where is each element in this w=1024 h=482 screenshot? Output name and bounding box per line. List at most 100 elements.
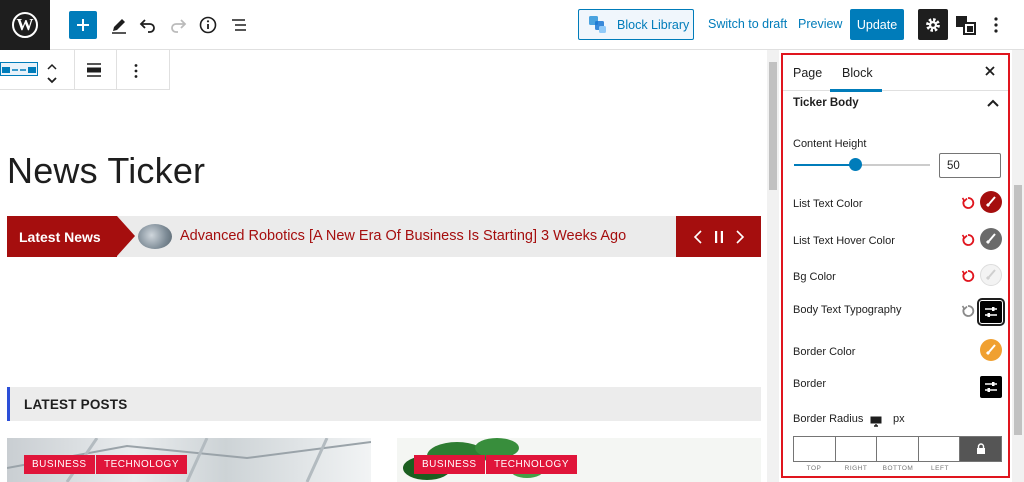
content-height-slider-handle[interactable] bbox=[849, 158, 862, 171]
editor-scrollbar-thumb[interactable] bbox=[769, 62, 777, 190]
reset-list-text-color-button[interactable] bbox=[961, 196, 975, 210]
ticker-block-icon bbox=[2, 67, 36, 73]
typography-settings-button[interactable] bbox=[977, 298, 1005, 326]
block-library-button[interactable]: Block Library bbox=[578, 9, 694, 40]
border-radius-bottom-input[interactable] bbox=[877, 437, 919, 461]
tab-page[interactable]: Page bbox=[793, 66, 822, 80]
ticker-label: Latest News bbox=[7, 216, 117, 257]
reset-typography-button[interactable] bbox=[961, 304, 975, 318]
block-type-button[interactable] bbox=[0, 62, 38, 76]
chevron-down-icon bbox=[47, 77, 57, 84]
preview-button[interactable]: Preview bbox=[798, 17, 842, 31]
post-tag[interactable]: TECHNOLOGY bbox=[486, 455, 578, 474]
brush-icon bbox=[985, 344, 996, 356]
options-button[interactable] bbox=[984, 13, 1008, 37]
border-radius-label: Border Radius bbox=[793, 413, 864, 425]
ticker-controls bbox=[676, 216, 761, 257]
lock-icon bbox=[976, 443, 985, 454]
desktop-icon bbox=[870, 416, 882, 427]
tab-block[interactable]: Block bbox=[842, 66, 873, 80]
ticker-label-arrow bbox=[117, 216, 135, 256]
align-button[interactable] bbox=[86, 62, 102, 83]
align-wide-icon bbox=[87, 63, 101, 77]
block-settings-sidebar: Page Block Ticker Body Content Height 50… bbox=[781, 53, 1010, 478]
reset-icon bbox=[961, 234, 975, 246]
plugin-button[interactable] bbox=[954, 13, 978, 37]
wordpress-logo[interactable]: W bbox=[0, 0, 50, 50]
body-text-typography-label: Body Text Typography bbox=[793, 304, 902, 316]
border-color-label: Border Color bbox=[793, 346, 856, 358]
chevron-up-icon bbox=[47, 63, 57, 70]
border-radius-unit[interactable]: px bbox=[893, 413, 905, 425]
brush-icon bbox=[985, 196, 996, 208]
block-library-icon bbox=[589, 15, 606, 33]
collapse-panel-button[interactable] bbox=[986, 95, 1000, 113]
link-values-button[interactable] bbox=[960, 437, 1001, 461]
toolbar-divider bbox=[116, 50, 117, 90]
move-down-button[interactable] bbox=[46, 71, 58, 89]
radius-label-left: LEFT bbox=[931, 465, 949, 472]
redo-icon bbox=[171, 19, 187, 33]
list-text-color-swatch[interactable] bbox=[980, 191, 1002, 213]
pause-icon bbox=[715, 230, 723, 243]
update-button[interactable]: Update bbox=[850, 9, 904, 40]
list-text-hover-color-swatch[interactable] bbox=[980, 228, 1002, 250]
post-tag[interactable]: TECHNOLOGY bbox=[96, 455, 188, 474]
latest-posts-heading[interactable]: LATEST POSTS bbox=[7, 387, 761, 421]
post-tag[interactable]: BUSINESS bbox=[414, 455, 485, 474]
switch-to-draft-button[interactable]: Switch to draft bbox=[708, 17, 787, 31]
responsive-device-button[interactable] bbox=[870, 414, 882, 432]
border-radius-right-input[interactable] bbox=[836, 437, 877, 461]
page-title[interactable]: News Ticker bbox=[7, 150, 205, 192]
reset-bg-color-button[interactable] bbox=[961, 269, 975, 283]
news-ticker-block[interactable]: Latest News Advanced Robotics [A New Era… bbox=[7, 216, 761, 257]
chevron-up-icon bbox=[987, 99, 999, 107]
more-vertical-icon bbox=[134, 64, 138, 78]
settings-button[interactable] bbox=[918, 9, 948, 40]
sidebar-tabs: Page Block bbox=[783, 55, 1008, 92]
content-height-label: Content Height bbox=[793, 138, 867, 150]
close-sidebar-button[interactable] bbox=[984, 64, 996, 82]
brush-icon bbox=[985, 269, 996, 281]
tools-button[interactable] bbox=[107, 13, 131, 37]
post-tag[interactable]: BUSINESS bbox=[24, 455, 95, 474]
content-height-input[interactable]: 50 bbox=[939, 153, 1001, 178]
reset-icon bbox=[961, 197, 975, 209]
sidebar-scrollbar-thumb[interactable] bbox=[1014, 185, 1022, 435]
plus-icon bbox=[77, 19, 89, 31]
border-radius-inputs bbox=[793, 436, 1002, 462]
border-settings-button[interactable] bbox=[980, 376, 1002, 398]
ticker-next-button[interactable] bbox=[726, 216, 754, 257]
block-options-button[interactable] bbox=[133, 63, 139, 84]
bg-color-label: Bg Color bbox=[793, 271, 836, 283]
reset-icon bbox=[961, 305, 975, 317]
block-toolbar bbox=[0, 50, 170, 90]
sliders-icon bbox=[985, 307, 997, 317]
details-button[interactable] bbox=[196, 13, 220, 37]
chevron-right-icon bbox=[736, 229, 745, 244]
block-library-label: Block Library bbox=[617, 17, 690, 32]
pencil-icon bbox=[112, 19, 126, 34]
border-radius-side-labels: TOP RIGHT BOTTOM LEFT bbox=[793, 465, 961, 472]
border-radius-left-input[interactable] bbox=[919, 437, 960, 461]
redo-button[interactable] bbox=[166, 13, 190, 37]
border-label: Border bbox=[793, 378, 827, 390]
ticker-headline[interactable]: Advanced Robotics [A New Era Of Business… bbox=[180, 228, 537, 244]
border-radius-top-input[interactable] bbox=[794, 437, 836, 461]
undo-button[interactable] bbox=[136, 13, 160, 37]
ticker-date: 3 Weeks Ago bbox=[541, 228, 627, 244]
border-color-swatch[interactable] bbox=[980, 339, 1002, 361]
content-height-slider-fill bbox=[794, 164, 856, 166]
list-view-icon bbox=[232, 19, 246, 31]
undo-icon bbox=[139, 19, 155, 33]
bg-color-swatch[interactable] bbox=[980, 264, 1002, 286]
list-view-button[interactable] bbox=[227, 13, 251, 37]
panel-title-ticker-body[interactable]: Ticker Body bbox=[793, 97, 859, 109]
close-icon bbox=[985, 66, 995, 76]
active-tab-indicator bbox=[830, 89, 882, 92]
ticker-thumbnail bbox=[138, 224, 172, 249]
reset-list-text-hover-color-button[interactable] bbox=[961, 233, 975, 247]
list-text-hover-color-label: List Text Hover Color bbox=[793, 235, 895, 247]
gear-icon bbox=[926, 17, 940, 32]
add-block-button[interactable] bbox=[69, 11, 97, 39]
